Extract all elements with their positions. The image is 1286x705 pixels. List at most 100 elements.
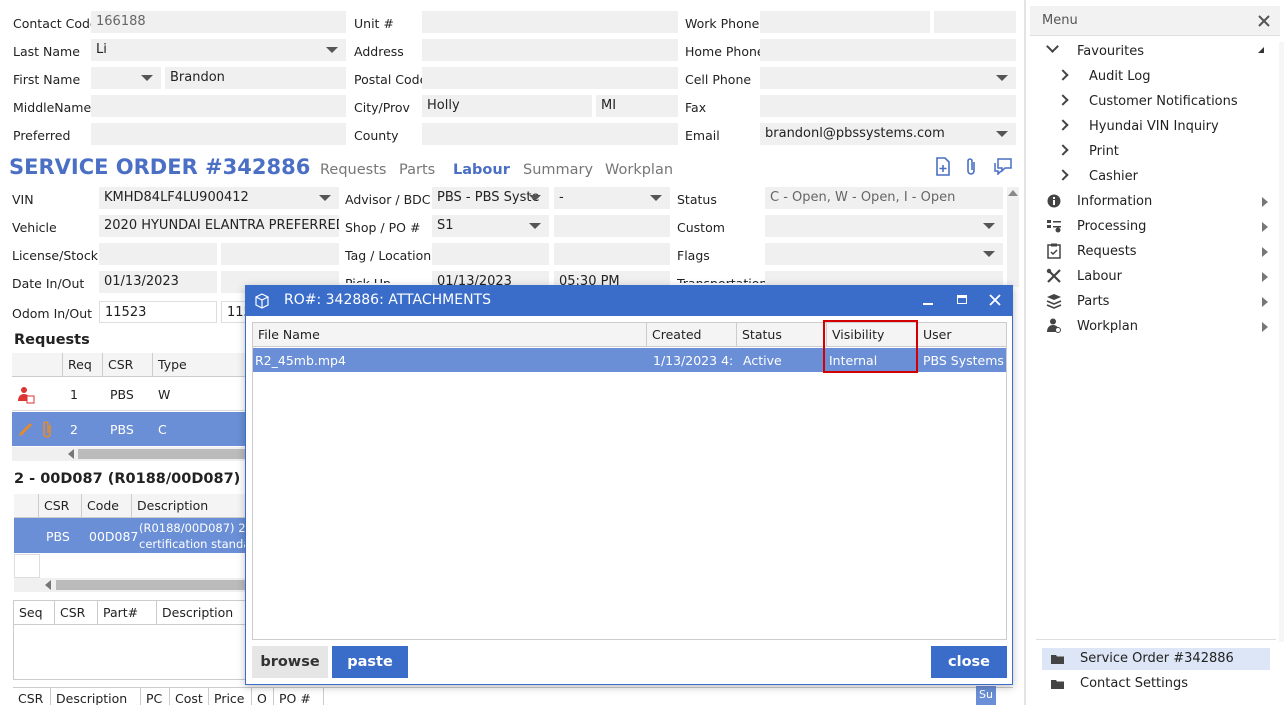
header-po[interactable]: PO # (274, 688, 324, 705)
license-field[interactable] (99, 243, 217, 265)
close-icon[interactable] (1258, 15, 1270, 27)
postal-code-field[interactable] (422, 67, 678, 89)
expand-arrow-icon[interactable] (1262, 297, 1268, 307)
collapse-icon[interactable] (1258, 47, 1264, 53)
email-field[interactable]: brandonl@pbssystems.com (760, 123, 1016, 145)
menu-item-print[interactable]: Print (1089, 144, 1119, 159)
header-created[interactable]: Created (647, 323, 737, 347)
menu-section-information[interactable]: Information (1077, 194, 1152, 209)
close-icon[interactable] (989, 294, 1001, 306)
header-req[interactable]: Req (63, 353, 103, 377)
menu-scrollbar[interactable] (1279, 42, 1284, 642)
menu-section-parts[interactable]: Parts (1077, 294, 1109, 309)
expand-arrow-icon[interactable] (1262, 272, 1268, 282)
tab-requests[interactable]: Requests (320, 162, 386, 178)
fax-field[interactable] (760, 95, 1016, 117)
header-part-number[interactable]: Part# (98, 601, 157, 625)
tab-summary[interactable]: Summary (523, 162, 593, 178)
work-phone-ext-field[interactable] (934, 11, 1016, 33)
header-cost[interactable]: Cost (170, 688, 209, 705)
header-seq[interactable]: Seq (14, 601, 55, 625)
address-field[interactable] (422, 39, 678, 61)
table-row[interactable]: PBS 00D087 (R0188/00D087) 201 certificat… (14, 518, 260, 553)
comments-icon[interactable] (993, 157, 1013, 175)
po-field[interactable] (554, 215, 670, 237)
header-o[interactable]: O (252, 688, 274, 705)
header-description[interactable]: Description (132, 494, 246, 518)
middle-name-field[interactable] (91, 95, 346, 117)
prov-field[interactable]: MI (596, 95, 678, 117)
open-item-contact-settings[interactable]: Contact Settings (1042, 673, 1270, 695)
bdc-field[interactable]: - (554, 187, 670, 209)
header-csr[interactable]: CSR (13, 688, 51, 705)
dialog-titlebar[interactable]: RO#: 342886: ATTACHMENTS (246, 286, 1012, 316)
contact-code-field[interactable]: 166188 (91, 11, 346, 33)
requests-hscroll[interactable] (12, 447, 248, 461)
labour-hscroll[interactable] (14, 578, 246, 592)
county-field[interactable] (422, 123, 678, 145)
open-item-service-order[interactable]: Service Order #342886 (1042, 648, 1270, 670)
home-phone-field[interactable] (760, 39, 1016, 61)
header-price[interactable]: Price (209, 688, 252, 705)
menu-item-customer-notifications[interactable]: Customer Notifications (1089, 94, 1238, 109)
table-row[interactable]: 1 PBS W (12, 377, 248, 411)
work-phone-field[interactable] (760, 11, 930, 33)
pickup-date-field[interactable]: 01/13/2023 (432, 271, 549, 285)
pickup-time-field[interactable]: 05:30 PM (554, 271, 670, 285)
browse-button[interactable]: browse (252, 646, 328, 678)
cell-phone-field[interactable] (760, 67, 1016, 89)
city-field[interactable]: Holly (422, 95, 592, 117)
shop-field[interactable]: S1 (432, 215, 549, 237)
expand-arrow-icon[interactable] (1262, 322, 1268, 332)
menu-favourites[interactable]: Favourites (1077, 44, 1144, 59)
header-user[interactable]: User (918, 323, 1006, 347)
last-name-field[interactable]: Li (91, 39, 346, 61)
header-description[interactable]: Description (51, 688, 141, 705)
header-file-name[interactable]: File Name (253, 323, 647, 347)
salutation-select[interactable] (91, 67, 161, 89)
expand-arrow-icon[interactable] (1262, 222, 1268, 232)
summary-side-tab[interactable]: Su (976, 686, 996, 705)
header-code[interactable]: Code (82, 494, 132, 518)
menu-item-cashier[interactable]: Cashier (1089, 169, 1138, 184)
menu-section-labour[interactable]: Labour (1077, 269, 1122, 284)
menu-item-audit-log[interactable]: Audit Log (1089, 69, 1150, 84)
menu-section-processing[interactable]: Processing (1077, 219, 1146, 234)
close-button[interactable]: close (931, 646, 1007, 678)
header-csr[interactable]: CSR (39, 494, 82, 518)
header-csr[interactable]: CSR (103, 353, 153, 377)
custom-field[interactable] (765, 215, 1003, 237)
flags-field[interactable] (765, 243, 1003, 265)
header-status[interactable]: Status (737, 323, 827, 347)
header-csr[interactable]: CSR (55, 601, 98, 625)
vin-field[interactable]: KMHD84LF4LU900412 (99, 187, 339, 209)
maximize-icon[interactable] (957, 295, 967, 304)
expand-arrow-icon[interactable] (1262, 197, 1268, 207)
tab-labour[interactable]: Labour (453, 162, 510, 178)
menu-section-requests[interactable]: Requests (1077, 244, 1137, 259)
tab-workplan[interactable]: Workplan (605, 162, 673, 178)
expand-arrow-icon[interactable] (1262, 247, 1268, 257)
unit-field[interactable] (422, 11, 678, 33)
advisor-field[interactable]: PBS - PBS Syste (432, 187, 549, 209)
location-field[interactable] (554, 243, 670, 265)
tab-parts[interactable]: Parts (399, 162, 435, 178)
menu-item-hyundai-vin-inquiry[interactable]: Hyundai VIN Inquiry (1089, 119, 1219, 134)
table-row[interactable]: 2 PBS C (12, 412, 248, 446)
header-pc[interactable]: PC (141, 688, 170, 705)
odom-in-field[interactable]: 11523 (99, 301, 217, 323)
first-name-field[interactable]: Brandon (165, 67, 346, 89)
header-type[interactable]: Type (153, 353, 248, 377)
date-in-field[interactable]: 01/13/2023 (99, 271, 217, 293)
preferred-field[interactable] (91, 123, 346, 145)
stock-field[interactable] (221, 243, 339, 265)
attachment-icon[interactable] (964, 157, 978, 177)
paste-button[interactable]: paste (332, 646, 408, 678)
chevron-down-icon[interactable] (1046, 40, 1059, 53)
transportation-field[interactable] (765, 271, 1003, 285)
add-document-icon[interactable] (934, 157, 952, 177)
scrollbar[interactable] (1007, 187, 1019, 287)
minimize-icon[interactable] (923, 303, 933, 305)
tag-field[interactable] (432, 243, 549, 265)
header-description[interactable]: Description (157, 601, 246, 625)
